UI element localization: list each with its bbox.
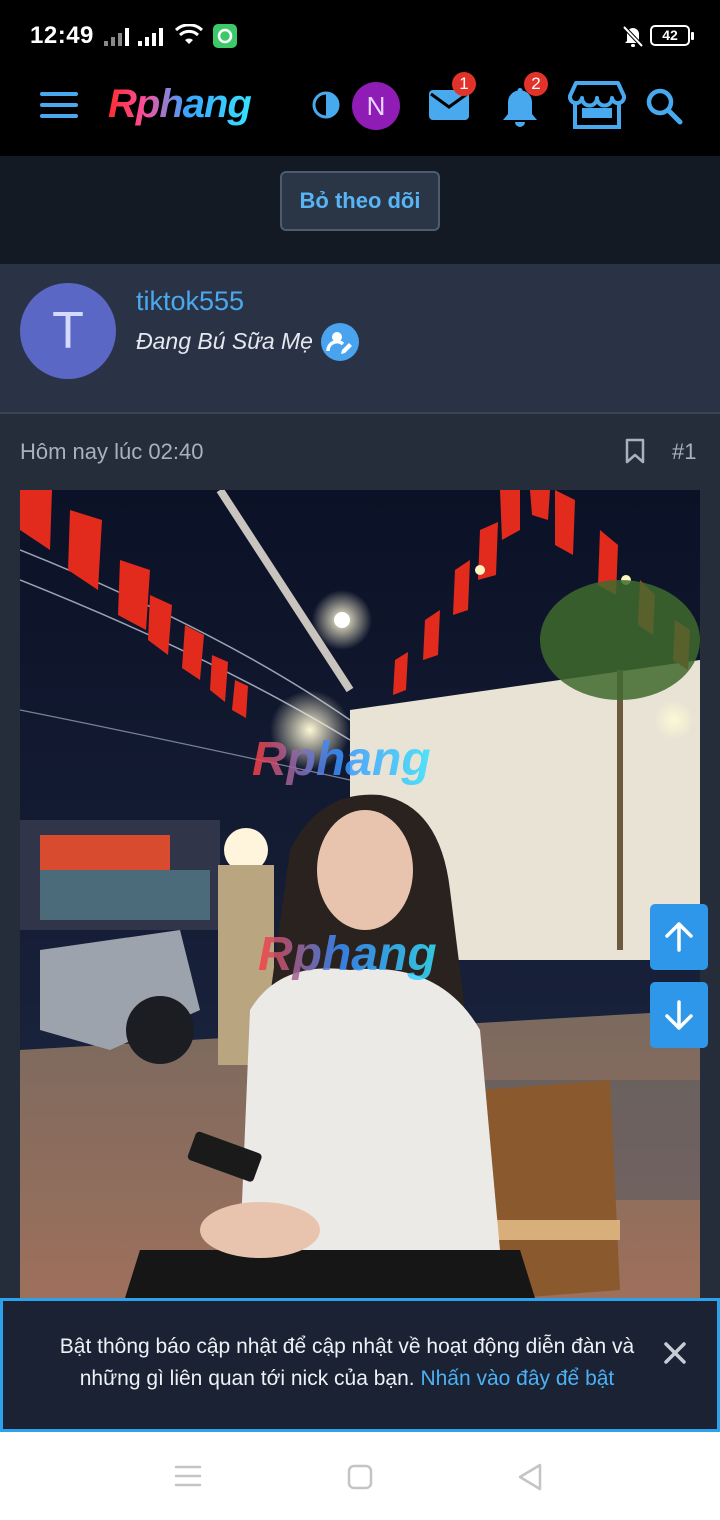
home-icon[interactable] [346,1463,374,1491]
unfollow-button[interactable]: Bỏ theo dõi [280,171,440,231]
arrow-down-icon [665,1000,693,1030]
poster-avatar[interactable]: T [20,283,116,379]
push-notification-notice: Bật thông báo cập nhật để cập nhật về ho… [0,1298,720,1432]
post-photo[interactable]: Rphang Rphang [20,490,700,1314]
status-time: 12:49 [30,22,94,49]
notification-badge: 2 [524,72,548,96]
recent-apps-icon[interactable] [174,1464,202,1488]
site-header: Rphang N 1 2 [0,70,720,156]
scroll-bottom-button[interactable] [650,982,708,1048]
store-icon[interactable] [568,80,626,130]
search-icon[interactable] [644,86,684,126]
menu-icon[interactable] [40,92,78,122]
bookmark-icon[interactable] [624,438,646,464]
theme-toggle-icon[interactable] [312,91,340,119]
system-nav-bar [0,1432,720,1520]
poster-title: Đang Bú Sữa Mẹ [136,328,313,354]
signal-icon [104,26,129,46]
poster-username[interactable]: tiktok555 [136,286,244,317]
scroll-top-button[interactable] [650,904,708,970]
enable-notifications-link[interactable]: Nhấn vào đây để bật [420,1367,614,1390]
wifi-icon [174,24,204,44]
back-icon[interactable] [516,1462,544,1492]
mute-bell-icon [622,25,644,48]
site-logo[interactable]: Rphang [108,82,252,127]
watermark-top: Rphang [252,733,431,786]
verified-icon [321,323,359,361]
close-icon[interactable] [661,1339,689,1367]
post-number[interactable]: #1 [672,439,696,465]
notice-message: Bật thông báo cập nhật để cập nhật về ho… [37,1331,657,1395]
signal-icon-2 [138,26,163,46]
status-bar: 12:49 42 [0,0,720,70]
user-avatar[interactable]: N [352,82,400,130]
app-notification-icon [213,24,237,48]
post: Hôm nay lúc 02:40 #1 Rphang Rphang [0,414,720,1314]
watermark-middle: Rphang [258,928,437,981]
battery-indicator: 42 [650,25,694,46]
arrow-up-icon [665,922,693,952]
mail-badge: 1 [452,72,476,96]
post-timestamp[interactable]: Hôm nay lúc 02:40 [20,439,203,465]
user-card: T tiktok555 Đang Bú Sữa Mẹ [0,264,720,414]
follow-area: Bỏ theo dõi [0,156,720,264]
